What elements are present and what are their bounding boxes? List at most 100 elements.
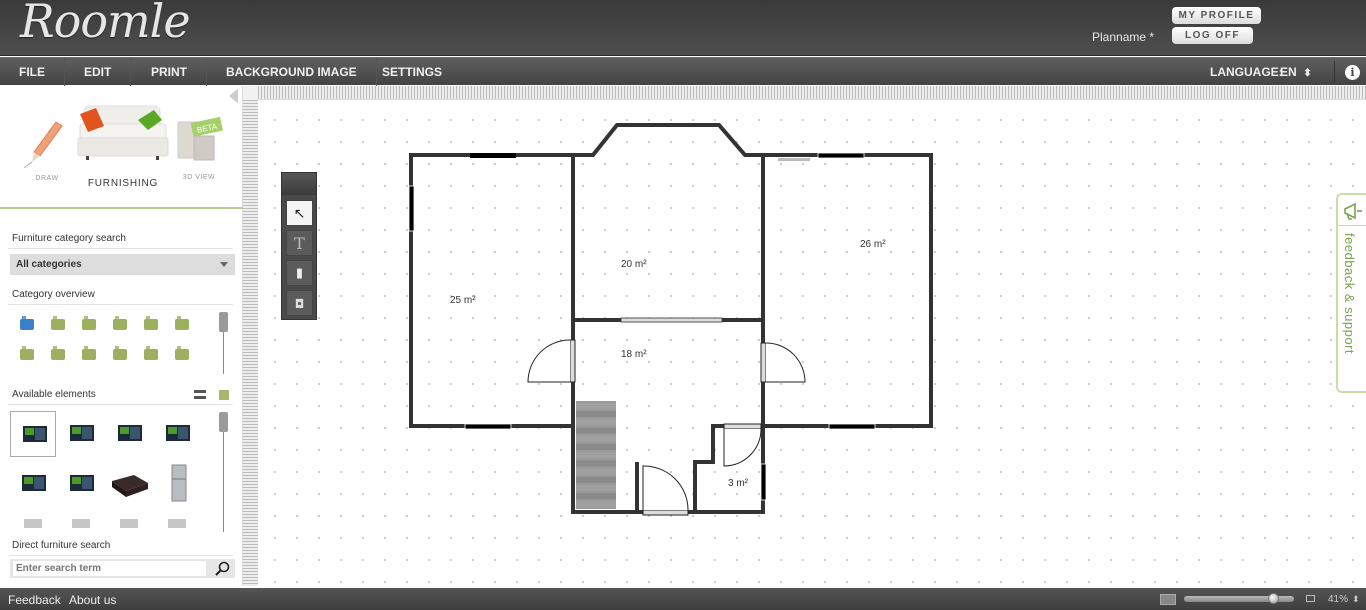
room-area-label: 3 m² — [728, 478, 748, 489]
elements-scrollbar[interactable] — [219, 412, 228, 532]
wall-marker — [778, 158, 810, 161]
tv-icon[interactable] — [10, 461, 56, 507]
zoom-spinner-icon[interactable]: ⬍ — [1352, 588, 1360, 610]
stair-step — [576, 476, 616, 483]
mode-switcher: DRAW FURNISHING BETA 3D VIEW — [0, 86, 243, 209]
info-icon[interactable]: i — [1345, 65, 1360, 80]
toilet-icon[interactable] — [78, 313, 100, 335]
tv-icon[interactable] — [154, 411, 200, 457]
mode-3d-label: 3D VIEW — [182, 174, 216, 181]
3d-view-icon: BETA — [177, 116, 223, 161]
appliance-icon[interactable] — [10, 511, 56, 528]
window — [760, 463, 767, 501]
about-us-link[interactable]: About us — [69, 588, 116, 610]
stair-step — [576, 435, 616, 442]
tv-icon[interactable] — [58, 461, 104, 507]
stair-step — [576, 444, 616, 450]
direct-search-label: Direct furniture search — [12, 540, 111, 551]
menu-file[interactable]: FILE — [0, 58, 65, 86]
stair-step — [576, 452, 616, 459]
dresser-icon[interactable] — [171, 343, 193, 365]
zoom-slider-handle[interactable] — [1268, 593, 1280, 604]
stair-step — [576, 419, 616, 426]
stair-step — [576, 493, 616, 500]
chair-icon[interactable] — [171, 313, 193, 335]
menubar: FILE EDIT PRINT BACKGROUND IMAGE SETTING… — [0, 57, 1366, 88]
bathtub-icon[interactable] — [16, 313, 38, 335]
shape-tool-icon[interactable]: ◘ — [286, 290, 313, 316]
mode-3d-view[interactable]: BETA 3D VIEW — [172, 114, 226, 184]
divider — [8, 304, 233, 305]
cabinet-icon[interactable] — [47, 343, 69, 365]
zoom-value: 41% — [1328, 594, 1349, 605]
grid-view-icon[interactable] — [219, 390, 229, 400]
roomle-logo[interactable]: Roomle — [20, 0, 191, 48]
search-input[interactable] — [13, 561, 206, 576]
floor-plan-canvas[interactable]: 25 m² 20 m² 26 m² 18 m² 3 m² — [258, 101, 1366, 586]
corner-sofa-icon[interactable] — [109, 313, 131, 335]
category-select[interactable]: All categories — [10, 254, 235, 275]
door-swing — [642, 465, 689, 511]
staircase — [576, 401, 616, 509]
select-move-tool-icon[interactable]: ↖ — [286, 200, 313, 226]
zoom-slider[interactable] — [1184, 593, 1294, 604]
log-off-button[interactable]: LOG OFF — [1172, 27, 1253, 44]
speaker-box-icon[interactable] — [106, 461, 152, 507]
search-box — [10, 559, 235, 578]
megaphone-icon — [1344, 202, 1362, 220]
fridge-icon[interactable] — [154, 461, 200, 507]
gradient-tool-icon[interactable]: ▮ — [286, 260, 313, 286]
door-frame — [642, 509, 689, 516]
search-button[interactable] — [209, 559, 235, 578]
divider — [1338, 225, 1366, 226]
menu-settings[interactable]: SETTINGS — [363, 58, 461, 86]
category-overview-label: Category overview — [12, 289, 95, 300]
tool-palette: ↖ T ▮ ◘ — [281, 172, 317, 320]
tv-icon[interactable] — [58, 411, 104, 457]
stair-step — [576, 427, 616, 434]
stair-step — [576, 411, 616, 418]
door-frame — [569, 339, 576, 383]
washing-machine-icon[interactable] — [109, 343, 131, 365]
category-search-label: Furniture category search — [12, 233, 126, 244]
language-select[interactable]: EN ⬍ — [1280, 58, 1312, 88]
appliance-icon[interactable] — [154, 511, 200, 528]
menu-background-image[interactable]: BACKGROUND IMAGE — [207, 58, 377, 86]
door-frame — [723, 423, 762, 430]
list-view-icon[interactable] — [194, 390, 206, 400]
menu-print[interactable]: PRINT — [132, 58, 207, 86]
zoom-fit-icon[interactable] — [1160, 594, 1176, 605]
mode-furnishing[interactable]: FURNISHING — [74, 100, 172, 200]
text-tool-icon[interactable]: T — [286, 230, 313, 256]
bed-icon[interactable] — [140, 313, 162, 335]
menu-edit[interactable]: EDIT — [65, 58, 132, 86]
plant-icon[interactable] — [78, 343, 100, 365]
stair-step — [576, 468, 616, 475]
mode-draw-label: DRAW — [35, 175, 59, 182]
chevron-down-icon — [220, 262, 228, 267]
floor-plan — [408, 123, 933, 516]
sofa-icon[interactable] — [16, 343, 38, 365]
category-select-value: All categories — [16, 259, 82, 270]
mode-furnishing-label: FURNISHING — [87, 178, 159, 189]
lamp-icon[interactable] — [140, 343, 162, 365]
sidebar: DRAW FURNISHING BETA 3D VIEW Furniture c… — [0, 86, 243, 586]
plan-name[interactable]: Planname * — [1092, 30, 1154, 44]
tv-icon[interactable] — [106, 411, 152, 457]
category-scrollbar[interactable] — [219, 312, 228, 374]
room-area-label: 18 m² — [621, 349, 647, 360]
my-profile-button[interactable]: MY PROFILE — [1172, 7, 1261, 24]
divider — [8, 248, 233, 249]
door-swing — [765, 342, 806, 383]
mode-draw[interactable]: DRAW — [22, 116, 72, 186]
sink-icon[interactable] — [47, 313, 69, 335]
appliance-icon[interactable] — [58, 511, 104, 528]
zoom-actual-size-icon[interactable] — [1306, 595, 1315, 602]
tv-icon[interactable] — [10, 411, 56, 457]
feedback-link[interactable]: Feedback — [8, 588, 61, 610]
pencil-icon — [23, 121, 63, 169]
room-area-label: 26 m² — [860, 239, 886, 250]
feedback-support-tab[interactable]: feedback & support — [1336, 193, 1366, 393]
appliance-icon[interactable] — [106, 511, 152, 528]
tool-palette-handle[interactable] — [282, 173, 316, 195]
